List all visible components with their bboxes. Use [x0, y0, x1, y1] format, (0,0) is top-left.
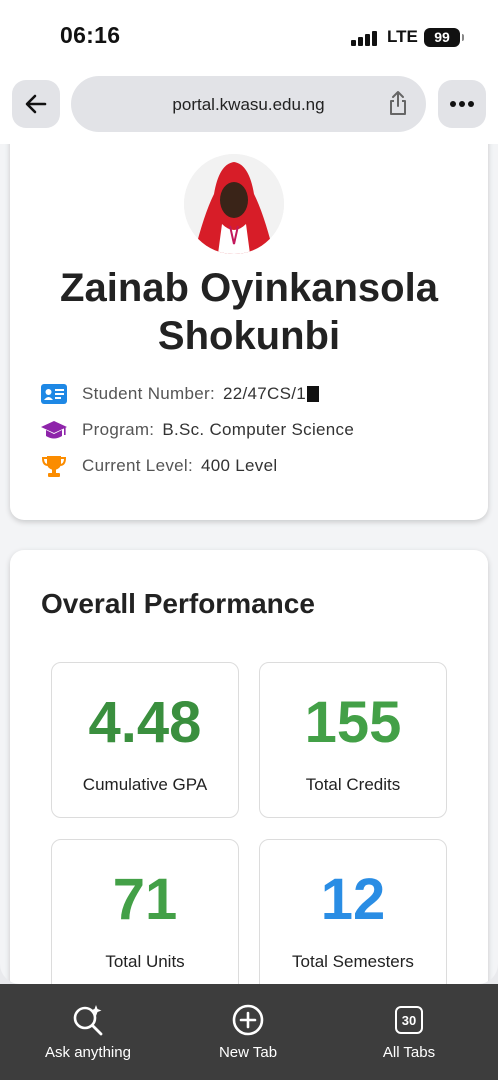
stat-card-gpa: 4.48 Cumulative GPA — [51, 662, 239, 818]
ask-anything-button[interactable]: Ask anything — [23, 1002, 153, 1061]
all-tabs-label: All Tabs — [382, 1044, 436, 1061]
battery-icon: 99 — [424, 28, 464, 47]
signal-icon — [351, 30, 377, 46]
stat-card-semesters: 12 Total Semesters — [259, 839, 447, 984]
trophy-icon — [40, 455, 68, 477]
new-tab-label: New Tab — [218, 1044, 278, 1061]
tabs-count-icon: 30 — [395, 1006, 423, 1034]
address-bar[interactable]: portal.kwasu.edu.ng — [71, 76, 426, 132]
stat-card-units: 71 Total Units — [51, 839, 239, 984]
program-row: Program: B.Sc. Computer Science — [40, 418, 354, 442]
stat-value: 4.48 — [88, 690, 202, 755]
stat-card-credits: 155 Total Credits — [259, 662, 447, 818]
stat-label: Total Semesters — [292, 952, 414, 971]
program-value: B.Sc. Computer Science — [162, 420, 355, 439]
stat-value: 71 — [112, 867, 178, 932]
student-number-label: Student Number: — [82, 384, 216, 403]
ellipsis-icon — [450, 101, 474, 107]
performance-title: Overall Performance — [41, 588, 315, 619]
stat-label: Total Credits — [305, 775, 401, 794]
id-card-icon — [40, 383, 68, 405]
performance-card: Overall Performance 4.48 Cumulative GPA … — [10, 550, 488, 984]
status-bar: 06:16 LTE 99 — [0, 0, 498, 72]
program-label: Program: — [82, 420, 155, 439]
student-number-row: Student Number: 22/47CS/1 — [40, 382, 320, 406]
profile-photo — [184, 154, 284, 254]
profile-card: Zainab Oyinkansola Shokunbi Student Numb… — [10, 144, 488, 520]
network-type: LTE — [387, 27, 418, 46]
level-value: 400 Level — [200, 456, 278, 475]
stat-value: 12 — [320, 867, 386, 932]
redaction-block — [307, 386, 320, 402]
url-text: portal.kwasu.edu.ng — [172, 95, 325, 114]
level-row: Current Level: 400 Level — [40, 454, 277, 478]
back-button[interactable] — [12, 80, 60, 128]
arrow-left-icon — [25, 94, 47, 114]
new-tab-button[interactable]: New Tab — [183, 1002, 313, 1061]
browser-navbar: portal.kwasu.edu.ng — [0, 72, 498, 144]
level-label: Current Level: — [82, 456, 193, 475]
web-page[interactable]: Zainab Oyinkansola Shokunbi Student Numb… — [0, 144, 498, 984]
more-options-button[interactable] — [438, 80, 486, 128]
status-time: 06:16 — [60, 22, 121, 48]
graduation-cap-icon — [40, 419, 68, 441]
ask-anything-label: Ask anything — [45, 1044, 131, 1061]
share-icon[interactable] — [386, 89, 410, 117]
tab-count: 30 — [401, 1012, 417, 1028]
stat-label: Total Units — [105, 952, 185, 971]
all-tabs-button[interactable]: 30 All Tabs — [344, 1002, 474, 1061]
student-number-value: 22/47CS/1 — [223, 384, 307, 403]
browser-toolbar: Ask anything New Tab 30 All Tabs — [0, 984, 498, 1080]
stat-label: Cumulative GPA — [82, 775, 208, 794]
student-name: Zainab Oyinkansola Shokunbi — [60, 266, 438, 358]
stat-value: 155 — [304, 690, 402, 755]
sparkle-search-icon — [73, 1005, 103, 1036]
plus-circle-icon — [232, 1004, 264, 1036]
